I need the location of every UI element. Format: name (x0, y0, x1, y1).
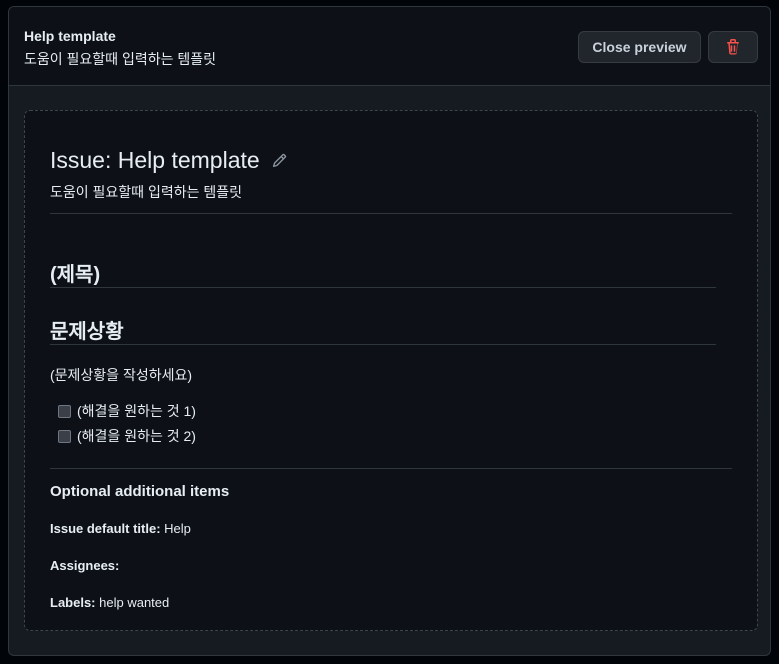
task-list-item: (해결을 원하는 것 1) (58, 401, 196, 421)
task-list-item: (해결을 원하는 것 2) (58, 426, 196, 446)
task-checkbox[interactable] (58, 429, 71, 443)
template-header: Help template 도움이 필요할때 입력하는 템플릿 Close pr… (9, 7, 770, 86)
default-title-row: Issue default title: Help (50, 521, 191, 536)
close-preview-button[interactable]: Close preview (578, 31, 701, 63)
assignees-row: Assignees: (50, 558, 119, 573)
task-label: (해결을 원하는 것 2) (77, 428, 196, 444)
template-preview: Issue: Help template 도움이 필요할때 입력하는 템플릿 (… (24, 110, 758, 631)
optional-items-title: Optional additional items (50, 483, 230, 500)
issue-title: Issue: Help template (50, 147, 287, 174)
default-title-label: Issue default title: (50, 521, 161, 536)
issue-description: 도움이 필요할때 입력하는 템플릿 (50, 184, 242, 200)
template-card: Help template 도움이 필요할때 입력하는 템플릿 Close pr… (8, 6, 771, 656)
trash-icon (727, 39, 739, 55)
heading-rule (50, 287, 716, 288)
problem-text: (문제상황을 작성하세요) (50, 367, 193, 383)
template-description: 도움이 필요할때 입력하는 템플릿 (24, 51, 216, 67)
assignees-label: Assignees: (50, 558, 120, 573)
divider (50, 468, 732, 469)
template-name: Help template (24, 28, 116, 44)
task-label: (해결을 원하는 것 1) (77, 403, 196, 419)
task-checkbox[interactable] (58, 404, 71, 418)
delete-template-button[interactable] (708, 31, 758, 63)
labels-label: Labels: (50, 595, 96, 610)
heading-rule (50, 344, 716, 345)
issue-title-text: Issue: Help template (50, 147, 260, 173)
default-title-value: Help (164, 521, 191, 536)
heading-problem: 문제상황 (50, 321, 124, 343)
pencil-icon[interactable] (272, 153, 287, 168)
labels-row: Labels: help wanted (50, 595, 169, 610)
labels-value: help wanted (99, 595, 170, 610)
heading-title: (제목) (50, 264, 101, 286)
divider (50, 213, 732, 214)
